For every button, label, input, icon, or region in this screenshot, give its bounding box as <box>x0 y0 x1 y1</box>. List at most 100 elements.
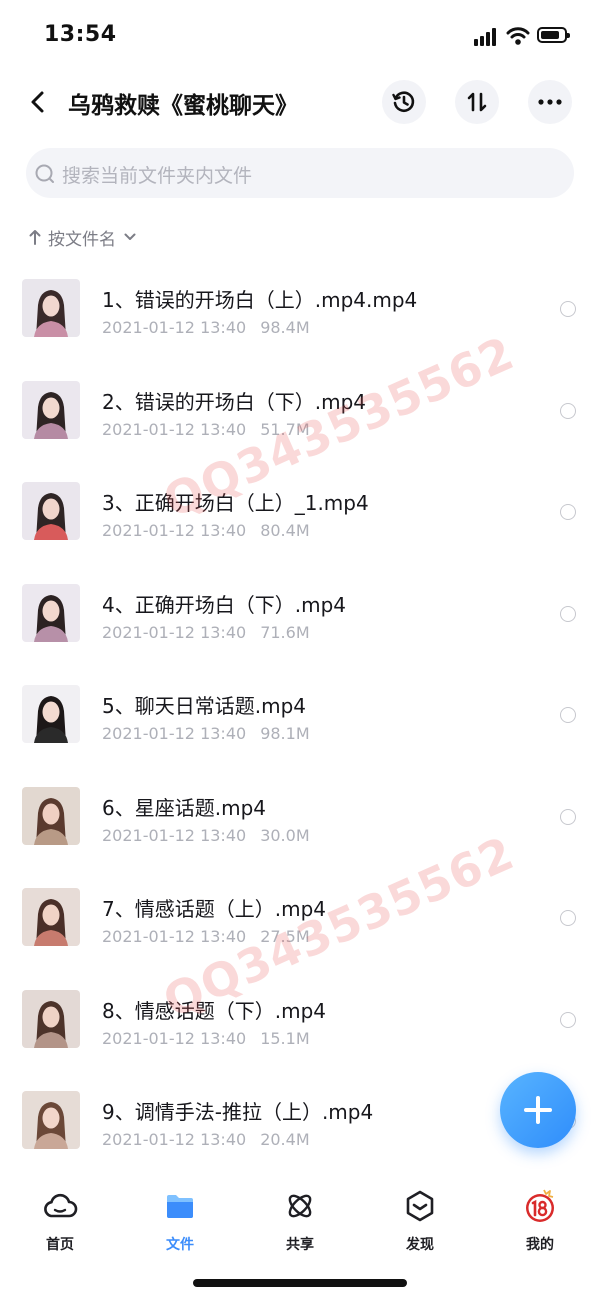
history-button[interactable] <box>382 80 426 124</box>
home-indicator <box>193 1279 407 1287</box>
tab-home[interactable]: 首页 <box>20 1184 100 1254</box>
more-dots-icon <box>538 99 562 105</box>
search-input[interactable]: 搜索当前文件夹内文件 <box>26 148 574 198</box>
file-meta: 2021-01-12 13:40 30.0M <box>102 826 310 845</box>
file-meta: 2021-01-12 13:40 98.1M <box>102 724 310 743</box>
select-radio[interactable] <box>560 301 576 317</box>
select-radio[interactable] <box>560 707 576 723</box>
select-radio[interactable] <box>560 402 576 419</box>
bottom-nav: 首页 文件 共享 发现 我的 <box>0 1176 600 1266</box>
chevron-down-icon <box>124 233 136 240</box>
file-meta: 2021-01-12 13:40 80.4M <box>102 521 310 540</box>
file-name: 5、聊天日常话题.mp4 <box>102 694 306 718</box>
select-radio[interactable] <box>560 808 576 825</box>
chevron-left-icon <box>31 91 44 113</box>
select-radio[interactable] <box>560 605 576 622</box>
sort-label: 按文件名 <box>48 229 116 250</box>
cloud-icon <box>44 1193 78 1218</box>
file-size: 20.4M <box>260 1130 310 1149</box>
sort-arrows-icon <box>467 92 487 112</box>
video-thumbnail <box>22 279 80 337</box>
file-meta: 2021-01-12 13:40 71.6M <box>102 623 310 642</box>
file-name: 1、错误的开场白（上）.mp4.mp4 <box>102 288 418 312</box>
battery-icon <box>537 27 570 43</box>
file-list: 1、错误的开场白（上）.mp4.mp4 2021-01-12 13:40 98.4M… <box>0 266 600 1180</box>
video-thumbnail <box>22 1091 80 1149</box>
history-icon <box>392 91 415 112</box>
file-date: 2021-01-12 13:40 <box>102 724 247 743</box>
file-name: 2、错误的开场白（下）.mp4 <box>102 389 366 414</box>
file-row[interactable]: 4、正确开场白（下）.mp4 2021-01-12 13:40 71.6M <box>0 571 600 673</box>
tab-share[interactable]: 共享 <box>260 1184 340 1254</box>
file-date: 2021-01-12 13:40 <box>102 622 247 642</box>
video-thumbnail <box>22 685 80 743</box>
tab-discover[interactable]: 发现 <box>380 1184 460 1254</box>
file-row[interactable]: 1、错误的开场白（上）.mp4.mp4 2021-01-12 13:40 98.4M <box>0 266 600 368</box>
file-meta: 2021-01-12 13:40 98.4M <box>102 318 310 337</box>
file-size: 80.4M <box>260 521 310 540</box>
file-size: 71.6M <box>260 622 310 642</box>
search-placeholder: 搜索当前文件夹内文件 <box>62 165 253 187</box>
wifi-icon <box>506 27 530 45</box>
header: 乌鸦救赎《蜜桃聊天》 <box>0 78 600 126</box>
file-size: 30.0M <box>260 825 310 845</box>
plus-icon <box>524 1096 552 1124</box>
file-name: 3、正确开场白（上）_1.mp4 <box>102 491 369 515</box>
file-size: 98.4M <box>260 318 310 337</box>
status-time: 13:54 <box>44 22 117 47</box>
file-date: 2021-01-12 13:40 <box>102 1130 247 1149</box>
file-name: 8、情感话题（下）.mp4 <box>102 998 326 1023</box>
file-name: 6、星座话题.mp4 <box>102 795 266 820</box>
tab-files[interactable]: 文件 <box>140 1184 220 1254</box>
select-radio[interactable] <box>560 910 576 926</box>
atom-icon <box>288 1194 312 1218</box>
file-row[interactable]: 5、聊天日常话题.mp4 2021-01-12 13:40 98.1M <box>0 672 600 774</box>
file-name: 4、正确开场白（下）.mp4 <box>102 592 346 617</box>
file-row[interactable]: 8、情感话题（下）.mp4 2021-01-12 13:40 15.1M <box>0 977 600 1079</box>
cellular-signal-icon <box>474 28 496 46</box>
file-size: 15.1M <box>260 1028 310 1048</box>
file-row[interactable]: 6、星座话题.mp4 2021-01-12 13:40 30.0M <box>0 774 600 876</box>
select-radio[interactable] <box>560 1011 576 1028</box>
file-date: 2021-01-12 13:40 <box>102 318 247 337</box>
video-thumbnail <box>22 583 80 642</box>
file-size: 27.5M <box>260 927 310 946</box>
status-bar: 13:54 <box>0 0 600 70</box>
file-size: 98.1M <box>260 724 310 743</box>
video-thumbnail <box>22 888 80 946</box>
video-thumbnail <box>22 482 80 540</box>
tab-label: 共享 <box>286 1237 314 1253</box>
tab-label: 文件 <box>166 1237 194 1253</box>
more-button[interactable] <box>528 80 572 124</box>
back-button[interactable] <box>20 84 56 120</box>
arrow-up-icon <box>29 230 41 245</box>
file-row[interactable]: 2、错误的开场白（下）.mp4 2021-01-12 13:40 51.7M <box>0 368 600 470</box>
file-row[interactable]: 7、情感话题（上）.mp4 2021-01-12 13:40 27.5M <box>0 875 600 977</box>
folder-icon <box>167 1195 193 1218</box>
file-row[interactable]: 3、正确开场白（上）_1.mp4 2021-01-12 13:40 80.4M <box>0 469 600 571</box>
tab-label: 发现 <box>406 1237 434 1253</box>
sort-selector[interactable]: 按文件名 <box>28 222 136 252</box>
add-button[interactable] <box>500 1072 576 1148</box>
file-date: 2021-01-12 13:40 <box>102 825 247 845</box>
compass-icon <box>406 1190 434 1222</box>
file-name: 7、情感话题（上）.mp4 <box>102 897 326 921</box>
avatar-icon <box>526 1189 554 1222</box>
file-date: 2021-01-12 13:40 <box>102 521 247 540</box>
file-name: 9、调情手法-推拉（上）.mp4 <box>102 1100 374 1124</box>
file-meta: 2021-01-12 13:40 15.1M <box>102 1029 310 1048</box>
page-title: 乌鸦救赎《蜜桃聊天》 <box>68 93 298 119</box>
file-size: 51.7M <box>260 419 310 439</box>
tab-mine[interactable]: 我的 <box>500 1184 580 1254</box>
sort-button[interactable] <box>455 80 499 124</box>
select-radio[interactable] <box>560 504 576 520</box>
video-thumbnail <box>22 786 80 845</box>
file-date: 2021-01-12 13:40 <box>102 419 247 439</box>
file-date: 2021-01-12 13:40 <box>102 927 247 946</box>
tab-label: 我的 <box>526 1237 554 1253</box>
file-meta: 2021-01-12 13:40 51.7M <box>102 420 310 439</box>
video-thumbnail <box>22 989 80 1048</box>
file-meta: 2021-01-12 13:40 20.4M <box>102 1130 310 1149</box>
file-meta: 2021-01-12 13:40 27.5M <box>102 927 310 946</box>
file-date: 2021-01-12 13:40 <box>102 1028 247 1048</box>
